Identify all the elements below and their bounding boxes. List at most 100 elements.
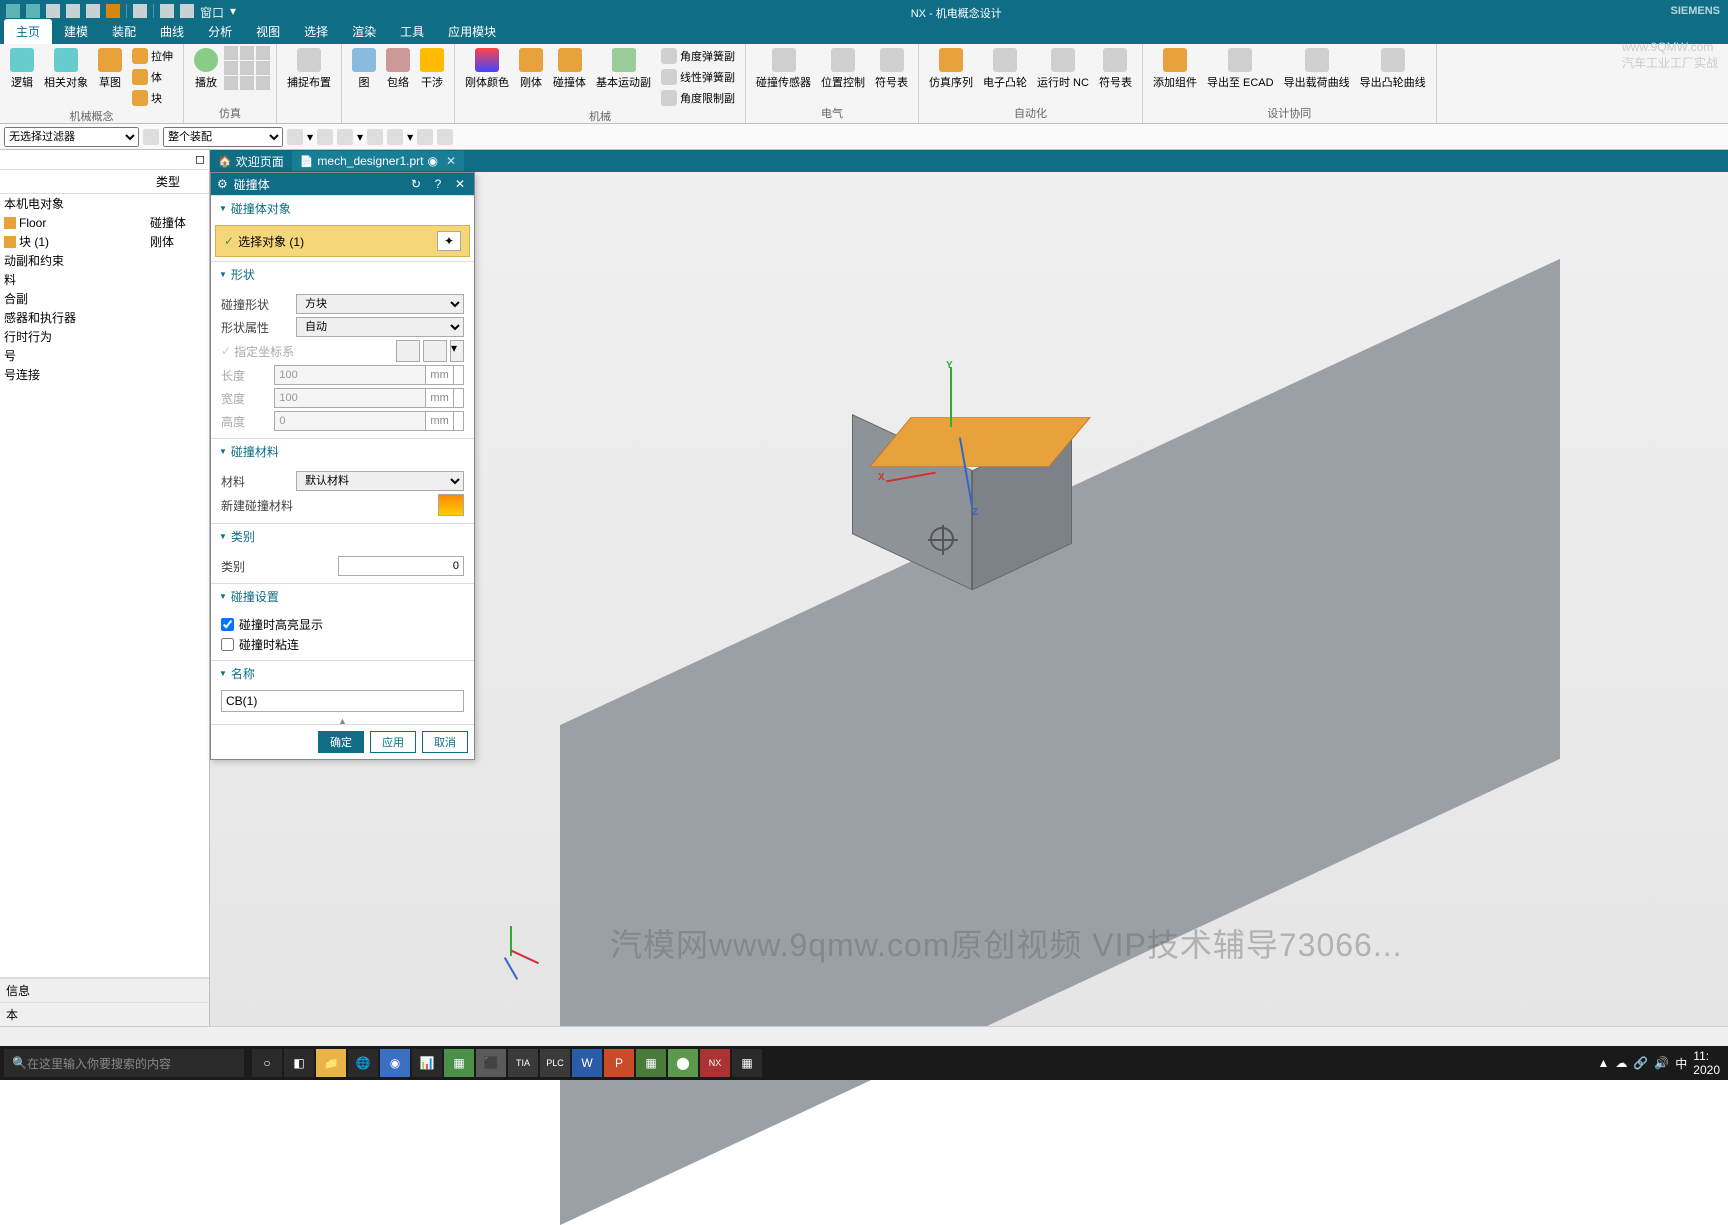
sim-sequence-button[interactable]: 仿真序列 — [925, 46, 977, 92]
envelope-button[interactable]: 包络 — [382, 46, 414, 92]
tray-icon[interactable]: ☁ — [1615, 1056, 1627, 1070]
attr-dropdown[interactable]: 自动 — [296, 317, 464, 337]
navigator-tree[interactable]: 本机电对象 Floor碰撞体 块 (1)刚体 动副和约束 料 合副 感器和执行器… — [0, 194, 209, 977]
qat-icon[interactable] — [133, 4, 147, 18]
nx-icon[interactable]: NX — [700, 1049, 730, 1077]
filter-icon[interactable] — [143, 129, 159, 145]
menu-tab-curve[interactable]: 曲线 — [148, 19, 196, 44]
play-button[interactable]: 播放 — [190, 46, 222, 92]
qat-icon[interactable] — [86, 4, 100, 18]
file-tab[interactable]: 📄 mech_designer1.prt ◉✕ — [292, 151, 464, 171]
collision-sensor-button[interactable]: 碰撞传感器 — [752, 46, 815, 92]
clock[interactable]: 11:2020 — [1693, 1049, 1720, 1077]
app-icon[interactable]: ▦ — [444, 1049, 474, 1077]
graph-button[interactable]: 图 — [348, 46, 380, 92]
sketch-button[interactable]: 草图 — [94, 46, 126, 92]
undock-icon[interactable]: ◻ — [195, 152, 205, 167]
section-shape[interactable]: 形状 — [211, 262, 474, 287]
window-dropdown[interactable]: 窗口 — [200, 4, 224, 18]
app-icon[interactable]: ◉ — [380, 1049, 410, 1077]
dialog-header[interactable]: ⚙ 碰撞体 ↻ ? ✕ — [211, 173, 474, 195]
export-ecad-button[interactable]: 导出至 ECAD — [1203, 46, 1278, 92]
app-icon[interactable]: ▦ — [636, 1049, 666, 1077]
viewport[interactable]: Y Z X ⚙ 碰撞体 ↻ ? ✕ — [210, 172, 1728, 1026]
length-input[interactable] — [274, 365, 426, 385]
sim-icon[interactable] — [240, 76, 254, 90]
collision-body-button[interactable]: 碰撞体 — [549, 46, 590, 92]
menu-tab-view[interactable]: 视图 — [244, 19, 292, 44]
redo-icon[interactable] — [26, 4, 40, 18]
sim-icon[interactable] — [256, 46, 270, 60]
menu-tab-app[interactable]: 应用模块 — [436, 19, 508, 44]
y-axis[interactable] — [950, 367, 952, 427]
qat-icon[interactable] — [46, 4, 60, 18]
material-dropdown[interactable]: 默认材料 — [296, 471, 464, 491]
menu-tab-tools[interactable]: 工具 — [388, 19, 436, 44]
symbol-table-button[interactable]: 符号表 — [871, 46, 912, 92]
cs-button[interactable] — [396, 340, 420, 362]
tool-icon[interactable] — [287, 129, 303, 145]
app-icon[interactable]: PLC — [540, 1049, 570, 1077]
qat-icon[interactable] — [180, 4, 194, 18]
highlight-checkbox[interactable] — [221, 618, 234, 631]
width-input[interactable] — [274, 388, 426, 408]
ime-indicator[interactable]: 中 — [1675, 1055, 1687, 1072]
body-button[interactable]: 体 — [128, 67, 177, 87]
spinner[interactable] — [454, 365, 464, 385]
assembly-filter-dropdown[interactable]: 整个装配 — [163, 127, 283, 147]
tool-icon[interactable] — [337, 129, 353, 145]
help-icon[interactable]: ? — [430, 177, 446, 191]
select-object-row[interactable]: ✓ 选择对象 (1) ✦ — [215, 225, 470, 257]
position-control-button[interactable]: 位置控制 — [817, 46, 869, 92]
details-tab[interactable]: 信息 — [0, 978, 209, 1002]
word-icon[interactable]: W — [572, 1049, 602, 1077]
sim-icon[interactable] — [224, 61, 238, 75]
new-material-button[interactable] — [438, 494, 464, 516]
cortana-icon[interactable]: ◧ — [284, 1049, 314, 1077]
system-tray[interactable]: ▲ ☁ 🔗 🔊 中 11:2020 — [1597, 1049, 1728, 1077]
info-tab[interactable]: 本 — [0, 1002, 209, 1026]
task-view-icon[interactable]: ○ — [252, 1049, 282, 1077]
reset-icon[interactable]: ↻ — [408, 177, 424, 191]
pick-icon[interactable]: ✦ — [437, 231, 461, 251]
angle-limit-button[interactable]: 角度限制副 — [657, 88, 739, 108]
export-load-button[interactable]: 导出载荷曲线 — [1280, 46, 1354, 92]
cancel-button[interactable]: 取消 — [422, 731, 468, 753]
sim-icon[interactable] — [224, 76, 238, 90]
angle-spring-button[interactable]: 角度弹簧副 — [657, 46, 739, 66]
close-tab-icon[interactable]: ✕ — [446, 154, 456, 168]
sim-icon[interactable] — [240, 61, 254, 75]
volume-icon[interactable]: 🔊 — [1654, 1056, 1669, 1070]
logic-button[interactable]: 逻辑 — [6, 46, 38, 92]
tool-icon[interactable] — [387, 129, 403, 145]
menu-tab-render[interactable]: 渲染 — [340, 19, 388, 44]
section-objects[interactable]: 碰撞体对象 — [211, 196, 474, 221]
menu-tab-analysis[interactable]: 分析 — [196, 19, 244, 44]
ppt-icon[interactable]: P — [604, 1049, 634, 1077]
cs-button[interactable] — [423, 340, 447, 362]
ok-button[interactable]: 确定 — [318, 731, 364, 753]
qat-icon[interactable] — [160, 4, 174, 18]
rigid-color-button[interactable]: 刚体颜色 — [461, 46, 513, 92]
linear-spring-button[interactable]: 线性弹簧副 — [657, 67, 739, 87]
floor-geometry[interactable] — [560, 259, 1560, 1225]
spinner[interactable] — [454, 388, 464, 408]
cs-button[interactable]: ▾ — [450, 340, 464, 362]
capture-button[interactable]: 捕捉布置 — [283, 46, 335, 92]
explorer-icon[interactable]: 📁 — [316, 1049, 346, 1077]
ecam-button[interactable]: 电子凸轮 — [979, 46, 1031, 92]
stick-checkbox[interactable] — [221, 638, 234, 651]
section-settings[interactable]: 碰撞设置 — [211, 584, 474, 609]
extrude-button[interactable]: 拉伸 — [128, 46, 177, 66]
sim-icon[interactable] — [240, 46, 254, 60]
basic-joint-button[interactable]: 基本运动副 — [592, 46, 655, 92]
section-name[interactable]: 名称 — [211, 661, 474, 686]
windows-search[interactable]: 🔍 在这里输入你要搜索的内容 — [4, 1049, 244, 1077]
menu-tab-assembly[interactable]: 装配 — [100, 19, 148, 44]
runtime-nc-button[interactable]: 运行时 NC — [1033, 46, 1093, 92]
tool-icon[interactable] — [417, 129, 433, 145]
tool-icon[interactable] — [437, 129, 453, 145]
interference-button[interactable]: 干涉 — [416, 46, 448, 92]
block-button[interactable]: 块 — [128, 88, 177, 108]
chrome-icon[interactable]: 🌐 — [348, 1049, 378, 1077]
